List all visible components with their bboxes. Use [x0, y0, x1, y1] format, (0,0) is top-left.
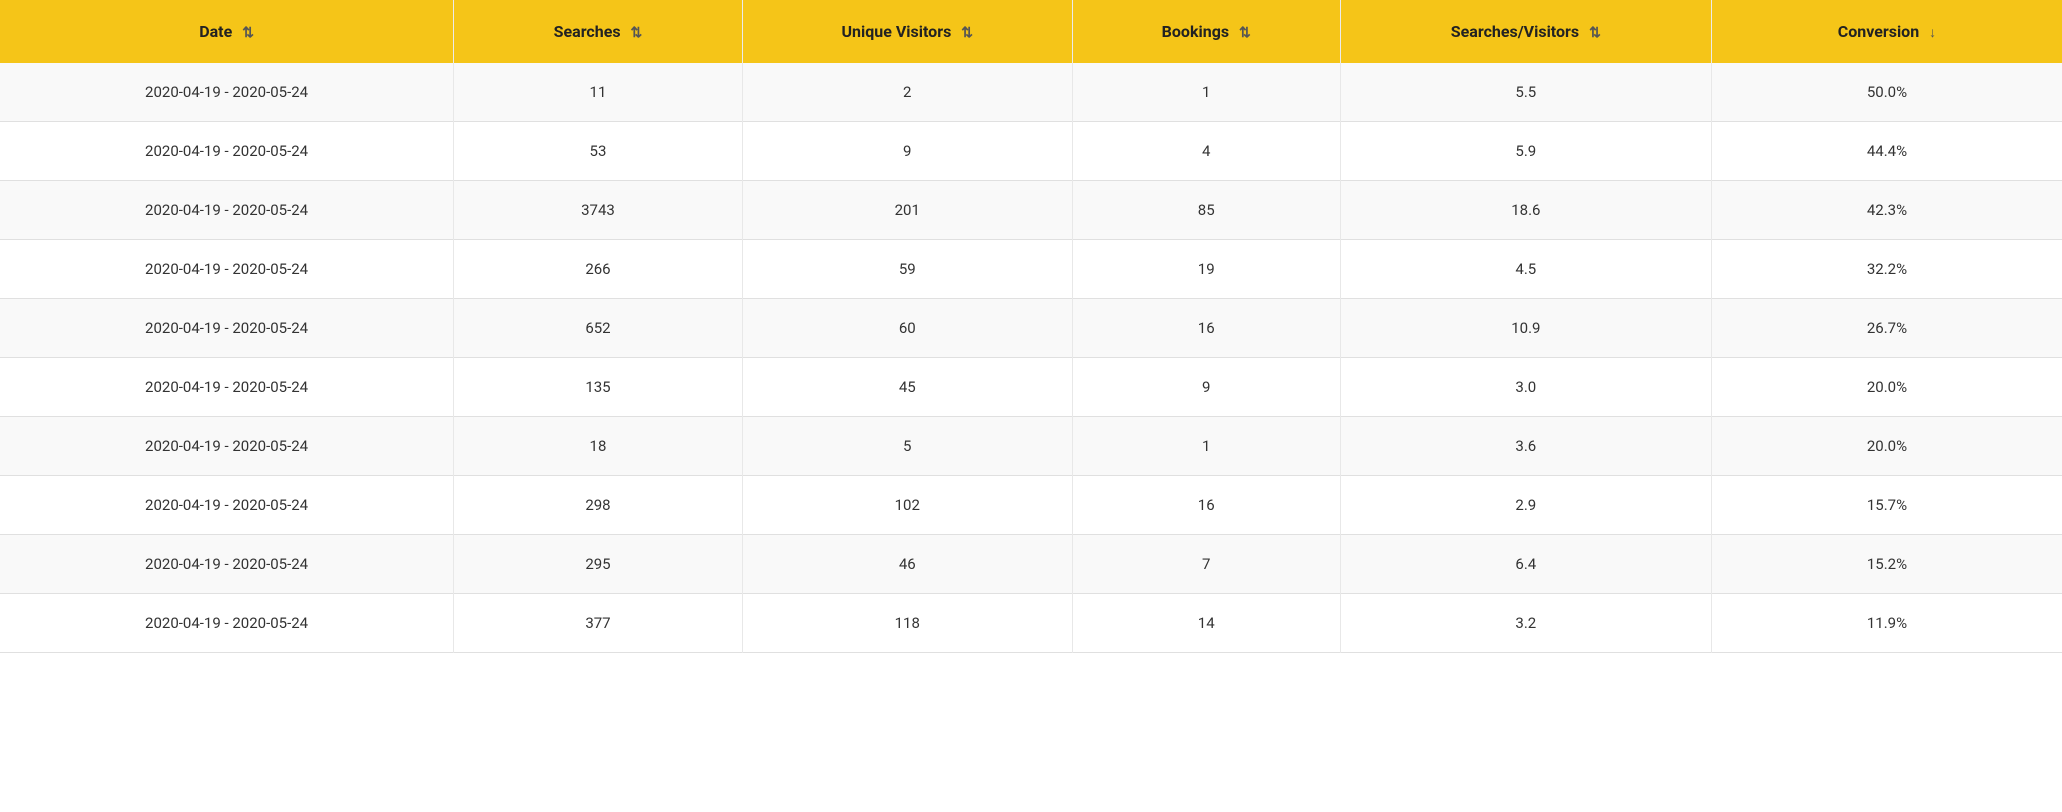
cell-unique-visitors: 46: [742, 535, 1072, 594]
cell-searches-visitors: 3.2: [1340, 594, 1711, 653]
table-row: 2020-04-19 - 2020-05-2418513.620.0%: [0, 417, 2062, 476]
cell-conversion: 42.3%: [1711, 181, 2062, 240]
table-row: 2020-04-19 - 2020-05-24377118143.211.9%: [0, 594, 2062, 653]
cell-unique-visitors: 5: [742, 417, 1072, 476]
sort-icon-date[interactable]: ⇅: [242, 25, 254, 41]
cell-searches: 18: [454, 417, 743, 476]
cell-searches: 135: [454, 358, 743, 417]
table-row: 2020-04-19 - 2020-05-24298102162.915.7%: [0, 476, 2062, 535]
sort-icon-searches[interactable]: ⇅: [631, 25, 643, 41]
cell-searches-visitors: 18.6: [1340, 181, 1711, 240]
table-header-row: Date ⇅ Searches ⇅ Unique Visitors ⇅ Book…: [0, 0, 2062, 63]
sort-icon-bookings[interactable]: ⇅: [1239, 25, 1251, 41]
cell-date: 2020-04-19 - 2020-05-24: [0, 417, 454, 476]
col-header-bookings-label: Bookings: [1162, 22, 1229, 41]
cell-date: 2020-04-19 - 2020-05-24: [0, 181, 454, 240]
cell-conversion: 15.2%: [1711, 535, 2062, 594]
col-header-searches-visitors[interactable]: Searches/Visitors ⇅: [1340, 0, 1711, 63]
cell-bookings: 19: [1072, 240, 1340, 299]
col-header-unique-visitors-label: Unique Visitors: [841, 22, 951, 41]
cell-unique-visitors: 102: [742, 476, 1072, 535]
cell-searches: 377: [454, 594, 743, 653]
table-row: 2020-04-19 - 2020-05-241354593.020.0%: [0, 358, 2062, 417]
cell-searches: 652: [454, 299, 743, 358]
cell-date: 2020-04-19 - 2020-05-24: [0, 535, 454, 594]
cell-bookings: 1: [1072, 417, 1340, 476]
cell-searches-visitors: 4.5: [1340, 240, 1711, 299]
col-header-date-label: Date: [199, 22, 232, 41]
col-header-searches-visitors-label: Searches/Visitors: [1451, 22, 1579, 41]
cell-conversion: 50.0%: [1711, 63, 2062, 122]
cell-unique-visitors: 201: [742, 181, 1072, 240]
cell-unique-visitors: 118: [742, 594, 1072, 653]
col-header-conversion[interactable]: Conversion ↓: [1711, 0, 2062, 63]
cell-unique-visitors: 60: [742, 299, 1072, 358]
cell-conversion: 44.4%: [1711, 122, 2062, 181]
cell-bookings: 4: [1072, 122, 1340, 181]
cell-searches: 3743: [454, 181, 743, 240]
table-container: Date ⇅ Searches ⇅ Unique Visitors ⇅ Book…: [0, 0, 2062, 812]
col-header-conversion-label: Conversion: [1838, 22, 1919, 41]
cell-unique-visitors: 45: [742, 358, 1072, 417]
cell-bookings: 14: [1072, 594, 1340, 653]
cell-conversion: 32.2%: [1711, 240, 2062, 299]
cell-bookings: 85: [1072, 181, 1340, 240]
cell-searches: 266: [454, 240, 743, 299]
cell-date: 2020-04-19 - 2020-05-24: [0, 122, 454, 181]
sort-icon-unique-visitors[interactable]: ⇅: [961, 25, 973, 41]
table-row: 2020-04-19 - 2020-05-24652601610.926.7%: [0, 299, 2062, 358]
table-body: 2020-04-19 - 2020-05-2411215.550.0%2020-…: [0, 63, 2062, 653]
table-row: 2020-04-19 - 2020-05-2437432018518.642.3…: [0, 181, 2062, 240]
col-header-date[interactable]: Date ⇅: [0, 0, 454, 63]
table-row: 2020-04-19 - 2020-05-242954676.415.2%: [0, 535, 2062, 594]
col-header-searches-label: Searches: [554, 22, 621, 41]
cell-bookings: 1: [1072, 63, 1340, 122]
cell-bookings: 16: [1072, 476, 1340, 535]
cell-date: 2020-04-19 - 2020-05-24: [0, 240, 454, 299]
cell-bookings: 9: [1072, 358, 1340, 417]
col-header-bookings[interactable]: Bookings ⇅: [1072, 0, 1340, 63]
cell-searches-visitors: 3.6: [1340, 417, 1711, 476]
cell-conversion: 20.0%: [1711, 358, 2062, 417]
table-row: 2020-04-19 - 2020-05-2453945.944.4%: [0, 122, 2062, 181]
cell-searches-visitors: 5.5: [1340, 63, 1711, 122]
cell-bookings: 7: [1072, 535, 1340, 594]
cell-searches: 298: [454, 476, 743, 535]
cell-date: 2020-04-19 - 2020-05-24: [0, 358, 454, 417]
table-row: 2020-04-19 - 2020-05-2426659194.532.2%: [0, 240, 2062, 299]
cell-date: 2020-04-19 - 2020-05-24: [0, 63, 454, 122]
cell-conversion: 15.7%: [1711, 476, 2062, 535]
cell-unique-visitors: 2: [742, 63, 1072, 122]
col-header-unique-visitors[interactable]: Unique Visitors ⇅: [742, 0, 1072, 63]
cell-searches: 53: [454, 122, 743, 181]
cell-searches-visitors: 2.9: [1340, 476, 1711, 535]
cell-date: 2020-04-19 - 2020-05-24: [0, 594, 454, 653]
cell-date: 2020-04-19 - 2020-05-24: [0, 476, 454, 535]
cell-conversion: 20.0%: [1711, 417, 2062, 476]
cell-searches-visitors: 6.4: [1340, 535, 1711, 594]
cell-searches: 295: [454, 535, 743, 594]
table-row: 2020-04-19 - 2020-05-2411215.550.0%: [0, 63, 2062, 122]
data-table: Date ⇅ Searches ⇅ Unique Visitors ⇅ Book…: [0, 0, 2062, 653]
cell-conversion: 11.9%: [1711, 594, 2062, 653]
cell-searches: 11: [454, 63, 743, 122]
cell-searches-visitors: 10.9: [1340, 299, 1711, 358]
col-header-searches[interactable]: Searches ⇅: [454, 0, 743, 63]
sort-icon-searches-visitors[interactable]: ⇅: [1589, 25, 1601, 41]
cell-conversion: 26.7%: [1711, 299, 2062, 358]
cell-bookings: 16: [1072, 299, 1340, 358]
cell-unique-visitors: 9: [742, 122, 1072, 181]
cell-unique-visitors: 59: [742, 240, 1072, 299]
cell-searches-visitors: 5.9: [1340, 122, 1711, 181]
sort-icon-conversion[interactable]: ↓: [1929, 24, 1936, 41]
cell-date: 2020-04-19 - 2020-05-24: [0, 299, 454, 358]
cell-searches-visitors: 3.0: [1340, 358, 1711, 417]
